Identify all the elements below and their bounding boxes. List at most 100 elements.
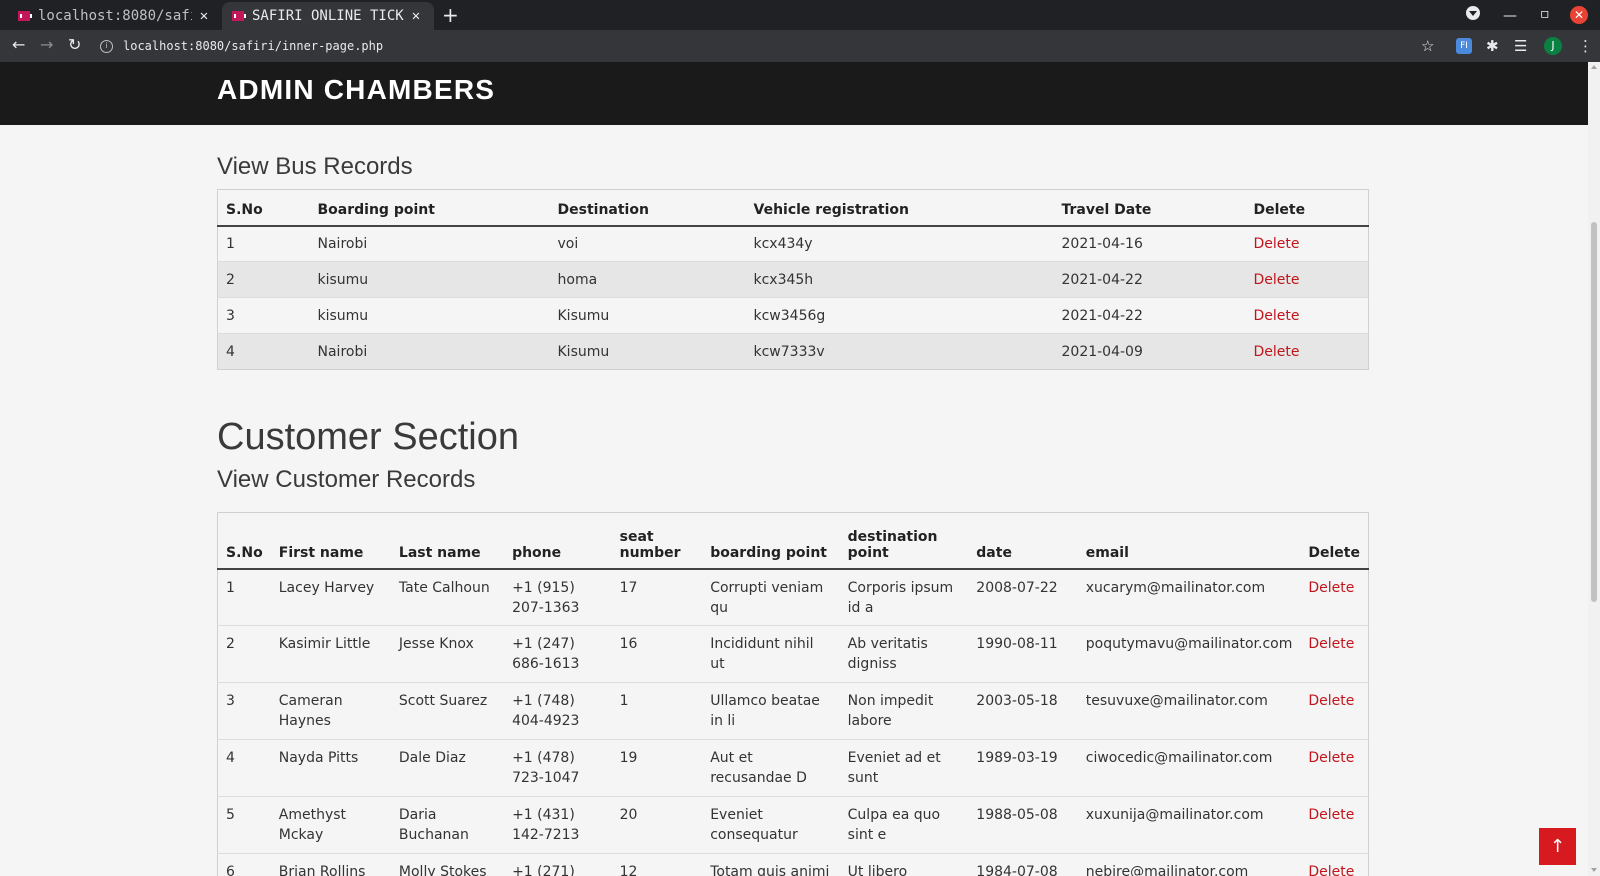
cell-date: 2008-07-22: [976, 579, 1058, 596]
cell-sno: 1: [226, 579, 235, 596]
cell-destination: homa: [557, 271, 598, 288]
reload-icon[interactable]: ↻: [68, 35, 81, 54]
cell-last-name: Dale Diaz: [398, 750, 466, 766]
cell-boarding: Aut et recusandae D: [710, 750, 807, 786]
scroll-up-icon[interactable]: [1591, 65, 1597, 69]
page-viewport: ADMIN CHAMBERS View Bus Records S.No Boa…: [0, 62, 1588, 876]
cell-last-name: Jesse Knox: [398, 636, 474, 652]
cell-destination: Eveniet ad et sunt: [847, 750, 941, 786]
cell-phone: +1 (748) 404-4923: [512, 693, 580, 729]
maximize-icon[interactable]: ▫: [1540, 6, 1550, 22]
cell-phone: +1 (247) 686-1613: [512, 636, 580, 672]
cell-destination: Kisumu: [557, 343, 610, 360]
cell-destination: Ut libero veniam: [847, 864, 908, 876]
minimize-icon[interactable]: —: [1503, 8, 1517, 24]
table-row: 6 Brian Rollins Molly Stokes +1 (271) 53…: [217, 853, 1369, 876]
profile-avatar[interactable]: J: [1544, 37, 1562, 55]
table-row: 1 Lacey Harvey Tate Calhoun +1 (915) 207…: [217, 568, 1369, 626]
cell-seat: 17: [619, 579, 638, 596]
column-header: Delete: [1308, 544, 1360, 561]
cell-date: 2021-04-22: [1061, 271, 1143, 288]
browser-tab-bar: localhost:8080/safiri/inner-page.php ✕ S…: [0, 0, 1600, 30]
table-row: 2 Kasimir Little Jesse Knox +1 (247) 686…: [217, 625, 1369, 683]
back-arrow-icon[interactable]: ←: [12, 35, 25, 54]
page-scrollbar[interactable]: [1588, 62, 1600, 876]
back-to-top-button[interactable]: ↑: [1539, 828, 1576, 865]
tab-search-icon[interactable]: [1466, 6, 1480, 20]
site-info-icon[interactable]: i: [100, 39, 113, 53]
cell-boarding: kisumu: [317, 271, 369, 288]
delete-link[interactable]: Delete: [1246, 298, 1369, 334]
column-header: seat number: [619, 528, 681, 561]
cell-date: 1984-07-08: [976, 864, 1058, 876]
page-title: ADMIN CHAMBERS: [217, 74, 496, 105]
delete-link[interactable]: Delete: [1300, 740, 1368, 797]
arrow-up-icon: ↑: [1549, 836, 1566, 857]
delete-link[interactable]: Delete: [1300, 569, 1368, 626]
browser-tab[interactable]: localhost:8080/safiri/inner-page.php ✕: [8, 2, 222, 30]
cell-first-name: Brian Rollins: [278, 864, 366, 876]
delete-link[interactable]: Delete: [1246, 262, 1369, 298]
cell-date: 2021-04-16: [1061, 235, 1143, 252]
cell-vehicle: kcw7333v: [753, 343, 825, 360]
column-header: email: [1085, 544, 1129, 561]
cell-last-name: Daria Buchanan: [398, 807, 469, 843]
cell-first-name: Nayda Pitts: [278, 750, 359, 766]
delete-link[interactable]: Delete: [1246, 226, 1369, 262]
delete-link[interactable]: Delete: [1300, 797, 1368, 854]
cell-boarding: Nairobi: [317, 343, 368, 360]
bookmark-star-icon[interactable]: ☆: [1421, 37, 1434, 55]
address-bar[interactable]: i localhost:8080/safiri/inner-page.php: [100, 33, 1440, 59]
cell-destination: Corporis ipsum id a: [847, 579, 954, 616]
table-header-row: S.No Boarding point Destination Vehicle …: [217, 190, 1369, 226]
column-header: Boarding point: [317, 201, 435, 218]
cell-date: 1988-05-08: [976, 807, 1058, 823]
cell-seat: 16: [619, 636, 638, 652]
cell-last-name: Molly Stokes: [398, 864, 487, 876]
close-tab-icon[interactable]: ✕: [408, 8, 424, 24]
reading-list-icon[interactable]: ☰: [1514, 37, 1527, 55]
scrollbar-thumb[interactable]: [1591, 222, 1597, 602]
new-tab-icon[interactable]: +: [442, 3, 459, 27]
customer-section-heading: Customer Section: [217, 416, 520, 458]
cell-last-name: Tate Calhoun: [398, 579, 490, 596]
puzzle-icon[interactable]: ✱: [1486, 37, 1499, 55]
table-row: 3 Cameran Haynes Scott Suarez +1 (748) 4…: [217, 682, 1369, 740]
cell-vehicle: kcx345h: [753, 271, 814, 288]
delete-link[interactable]: Delete: [1246, 334, 1369, 370]
kebab-menu-icon[interactable]: ⋮: [1578, 37, 1593, 55]
cell-phone: +1 (271) 537-: [512, 864, 575, 876]
table-row: 1 Nairobi voi kcx434y 2021-04-16 Delete: [217, 225, 1369, 262]
cell-date: 2021-04-09: [1061, 343, 1143, 360]
cell-sno: 3: [226, 307, 235, 324]
cell-sno: 1: [226, 235, 235, 252]
cell-first-name: Lacey Harvey: [278, 579, 375, 596]
cell-email: nebire@mailinator.com: [1085, 864, 1249, 876]
scroll-down-icon[interactable]: [1591, 868, 1597, 872]
extension-icon[interactable]: FI: [1456, 38, 1472, 54]
cell-email: poqutymavu@mailinator.com: [1085, 636, 1293, 652]
delete-link[interactable]: Delete: [1300, 854, 1368, 876]
cell-destination: Ab veritatis digniss: [847, 636, 928, 672]
window-close-icon[interactable]: ✕: [1570, 6, 1588, 24]
column-header: First name: [278, 544, 364, 561]
column-header: date: [976, 544, 1012, 561]
cell-sno: 6: [226, 864, 235, 876]
forward-arrow-icon[interactable]: →: [40, 35, 53, 54]
cell-date: 2021-04-22: [1061, 307, 1143, 324]
cell-boarding: Incididunt nihil ut: [710, 636, 814, 672]
delete-link[interactable]: Delete: [1300, 683, 1368, 740]
column-header: phone: [512, 544, 562, 561]
column-header: S.No: [226, 201, 263, 218]
column-header: Delete: [1253, 201, 1306, 218]
cell-boarding: Eveniet consequatur: [710, 807, 798, 843]
delete-link[interactable]: Delete: [1300, 626, 1368, 683]
close-tab-icon[interactable]: ✕: [196, 8, 212, 24]
table-header-row: S.No First name Last name phone seat num…: [217, 513, 1369, 569]
column-header: Travel Date: [1061, 201, 1152, 218]
browser-tab-active[interactable]: SAFIRI ONLINE TICKETING ✕: [222, 2, 434, 30]
table-row: 2 kisumu homa kcx345h 2021-04-22 Delete: [217, 261, 1369, 298]
bus-records-title: View Bus Records: [217, 153, 413, 180]
table-row: 3 kisumu Kisumu kcw3456g 2021-04-22 Dele…: [217, 297, 1369, 334]
cell-email: xuxunija@mailinator.com: [1085, 807, 1264, 823]
